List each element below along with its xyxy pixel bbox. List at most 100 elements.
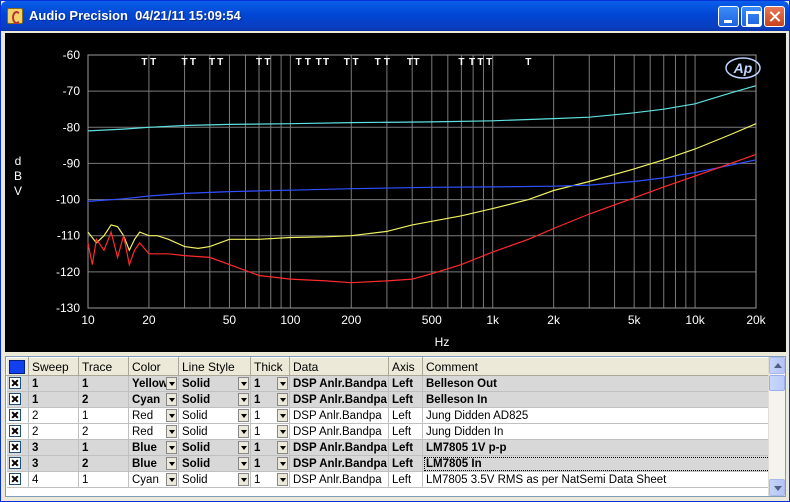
data-cell[interactable]: DSP Anlr.Bandpa [289, 471, 389, 488]
color-dropdown[interactable]: Blue [128, 455, 179, 472]
sweep-cell[interactable]: 1 [28, 375, 79, 392]
close-button[interactable] [764, 6, 785, 27]
table-row[interactable]: 1 1 Yellow Solid 1 DSP Anlr.Bandpa Left Belleso… [6, 375, 771, 392]
line-style-dropdown[interactable]: Solid [178, 375, 251, 392]
dropdown-arrow-icon[interactable] [166, 457, 177, 470]
thick-dropdown[interactable]: 1 [250, 439, 290, 456]
dropdown-arrow-icon[interactable] [238, 393, 249, 406]
table-row[interactable]: 3 1 Blue Solid 1 DSP Anlr.Bandpa Left LM7805 1V… [6, 439, 771, 456]
checkbox-checked-icon[interactable] [8, 441, 21, 454]
dropdown-arrow-icon[interactable] [166, 409, 177, 422]
dropdown-arrow-icon[interactable] [277, 377, 288, 390]
dropdown-arrow-icon[interactable] [238, 377, 249, 390]
table-row[interactable]: 2 1 Red Solid 1 DSP Anlr.Bandpa Left Jung Didde… [6, 407, 771, 424]
dropdown-arrow-icon[interactable] [277, 473, 288, 486]
header-comment[interactable]: Comment [422, 357, 771, 376]
data-cell[interactable]: DSP Anlr.Bandpa [289, 391, 389, 408]
table-row[interactable]: 1 2 Cyan Solid 1 DSP Anlr.Bandpa Left Belleson … [6, 391, 771, 408]
comment-cell[interactable]: Belleson In [422, 391, 771, 408]
dropdown-arrow-icon[interactable] [166, 393, 177, 406]
header-thick[interactable]: Thick [250, 357, 290, 376]
thick-dropdown[interactable]: 1 [250, 375, 290, 392]
color-dropdown[interactable]: Red [128, 407, 179, 424]
axis-cell[interactable]: Left [388, 471, 423, 488]
line-style-dropdown[interactable]: Solid [178, 407, 251, 424]
data-cell[interactable]: DSP Anlr.Bandpa [289, 423, 389, 440]
sweep-cell[interactable]: 4 [28, 471, 79, 488]
dropdown-arrow-icon[interactable] [238, 457, 249, 470]
sweep-cell[interactable]: 3 [28, 455, 79, 472]
color-dropdown[interactable]: Red [128, 423, 179, 440]
axis-cell[interactable]: Left [388, 455, 423, 472]
enable-checkbox[interactable] [6, 375, 29, 392]
dropdown-arrow-icon[interactable] [277, 393, 288, 406]
dropdown-arrow-icon[interactable] [277, 425, 288, 438]
corner-color-header[interactable] [6, 357, 29, 376]
dropdown-arrow-icon[interactable] [277, 457, 288, 470]
comment-cell[interactable]: Belleson Out [422, 375, 771, 392]
vertical-scrollbar[interactable] [768, 357, 785, 496]
data-cell[interactable]: DSP Anlr.Bandpa [289, 439, 389, 456]
dropdown-arrow-icon[interactable] [277, 441, 288, 454]
color-dropdown[interactable]: Cyan [128, 391, 179, 408]
table-row[interactable]: 3 2 Blue Solid 1 DSP Anlr.Bandpa Left LM7805 In [6, 455, 771, 472]
comment-cell[interactable]: LM7805 3.5V RMS as per NatSemi Data Shee… [422, 471, 771, 488]
line-style-dropdown[interactable]: Solid [178, 455, 251, 472]
line-style-dropdown[interactable]: Solid [178, 471, 251, 488]
scroll-down-button[interactable] [769, 479, 785, 496]
dropdown-arrow-icon[interactable] [166, 425, 177, 438]
header-data[interactable]: Data [289, 357, 389, 376]
dropdown-arrow-icon[interactable] [166, 473, 177, 486]
header-color[interactable]: Color [128, 357, 179, 376]
trace-cell[interactable]: 1 [78, 439, 129, 456]
dropdown-arrow-icon[interactable] [238, 425, 249, 438]
trace-cell[interactable]: 1 [78, 471, 129, 488]
checkbox-checked-icon[interactable] [8, 377, 21, 390]
comment-cell[interactable]: LM7805 1V p-p [422, 439, 771, 456]
header-line-style[interactable]: Line Style [178, 357, 251, 376]
dropdown-arrow-icon[interactable] [277, 409, 288, 422]
table-row[interactable]: 2 2 Red Solid 1 DSP Anlr.Bandpa Left Jung Didde… [6, 423, 771, 440]
trace-cell[interactable]: 1 [78, 375, 129, 392]
trace-cell[interactable]: 2 [78, 455, 129, 472]
maximize-button[interactable] [741, 6, 762, 27]
sweep-cell[interactable]: 1 [28, 391, 79, 408]
sweep-cell[interactable]: 3 [28, 439, 79, 456]
dropdown-arrow-icon[interactable] [238, 409, 249, 422]
line-style-dropdown[interactable]: Solid [178, 391, 251, 408]
checkbox-checked-icon[interactable] [8, 425, 21, 438]
enable-checkbox[interactable] [6, 407, 29, 424]
axis-cell[interactable]: Left [388, 375, 423, 392]
axis-cell[interactable]: Left [388, 391, 423, 408]
axis-cell[interactable]: Left [388, 439, 423, 456]
comment-cell[interactable]: Jung Didden AD825 [422, 407, 771, 424]
checkbox-checked-icon[interactable] [8, 409, 21, 422]
enable-checkbox[interactable] [6, 455, 29, 472]
header-sweep[interactable]: Sweep [28, 357, 79, 376]
data-cell[interactable]: DSP Anlr.Bandpa [289, 455, 389, 472]
color-dropdown[interactable]: Yellow [128, 375, 179, 392]
trace-cell[interactable]: 2 [78, 423, 129, 440]
enable-checkbox[interactable] [6, 391, 29, 408]
thick-dropdown[interactable]: 1 [250, 407, 290, 424]
dropdown-arrow-icon[interactable] [238, 441, 249, 454]
color-dropdown[interactable]: Cyan [128, 471, 179, 488]
minimize-button[interactable] [718, 6, 739, 27]
line-style-dropdown[interactable]: Solid [178, 439, 251, 456]
thick-dropdown[interactable]: 1 [250, 391, 290, 408]
thick-dropdown[interactable]: 1 [250, 455, 290, 472]
axis-cell[interactable]: Left [388, 423, 423, 440]
checkbox-checked-icon[interactable] [8, 457, 21, 470]
thick-dropdown[interactable]: 1 [250, 471, 290, 488]
dropdown-arrow-icon[interactable] [238, 473, 249, 486]
dropdown-arrow-icon[interactable] [166, 441, 177, 454]
enable-checkbox[interactable] [6, 439, 29, 456]
thick-dropdown[interactable]: 1 [250, 423, 290, 440]
enable-checkbox[interactable] [6, 423, 29, 440]
header-axis[interactable]: Axis [388, 357, 423, 376]
scroll-thumb[interactable] [769, 375, 785, 391]
enable-checkbox[interactable] [6, 471, 29, 488]
sweep-cell[interactable]: 2 [28, 407, 79, 424]
color-dropdown[interactable]: Blue [128, 439, 179, 456]
line-style-dropdown[interactable]: Solid [178, 423, 251, 440]
